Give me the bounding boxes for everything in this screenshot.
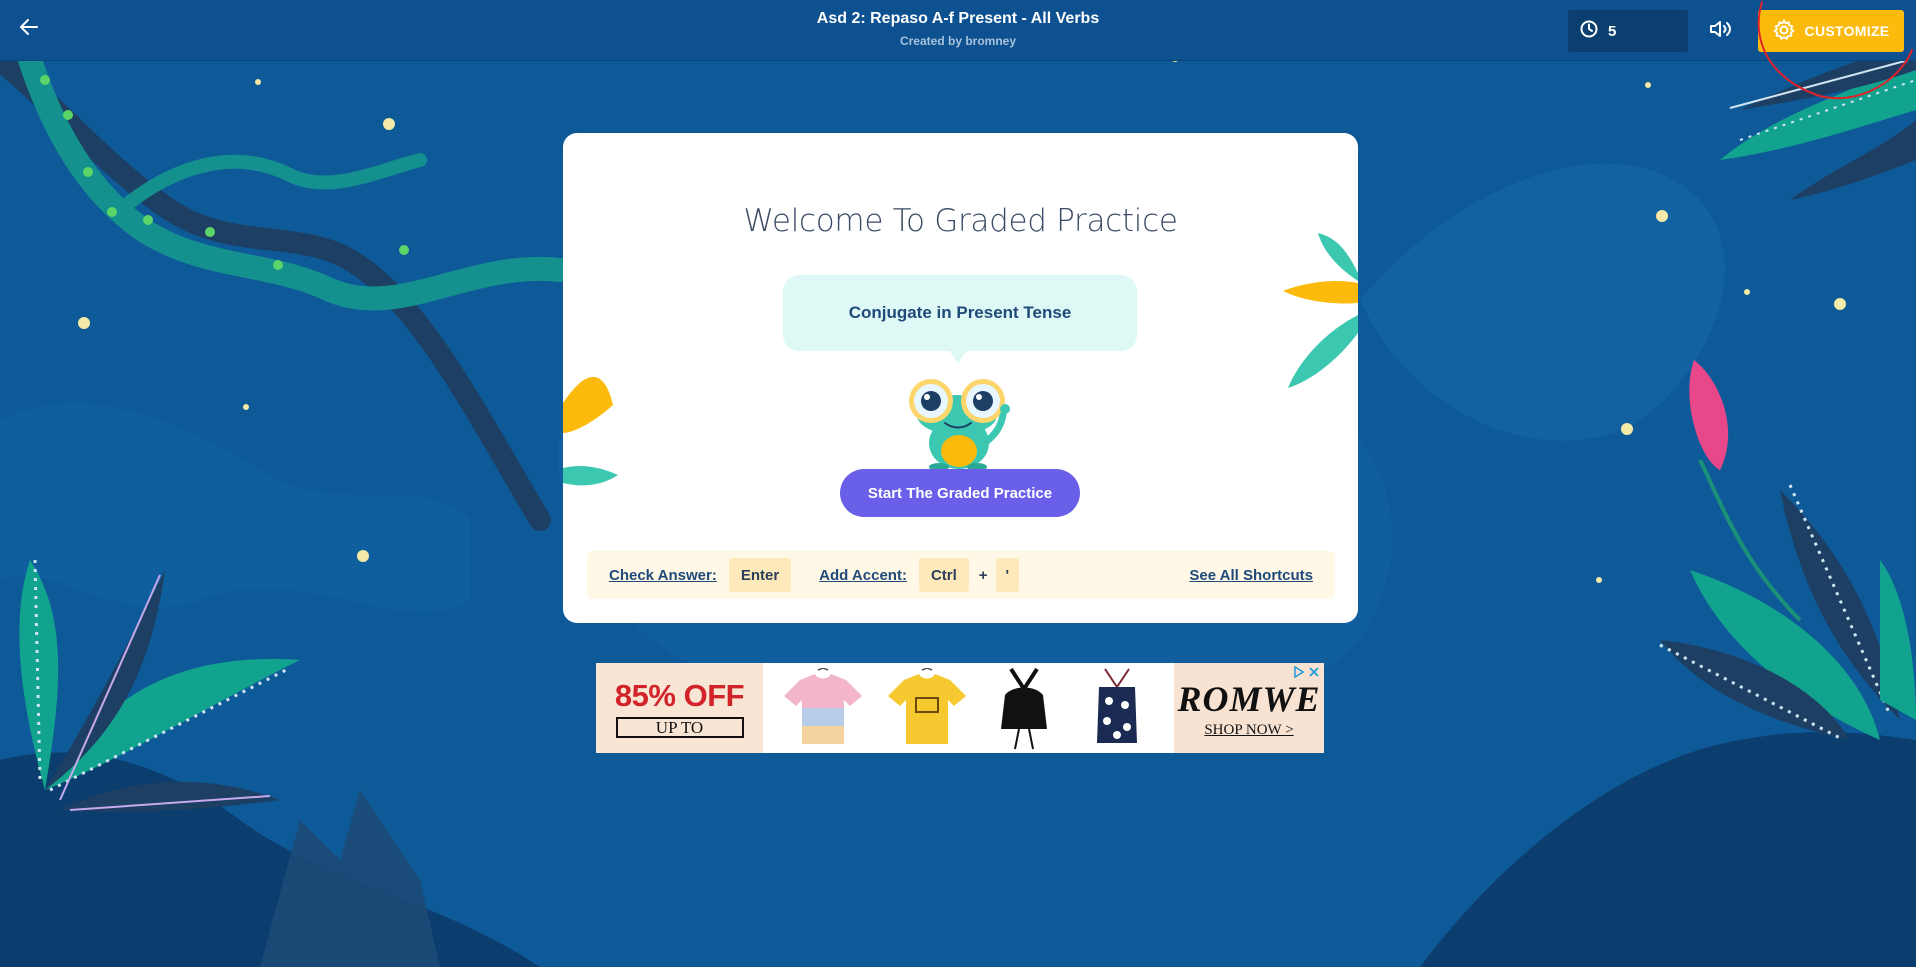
- customize-label: CUSTOMIZE: [1804, 23, 1890, 39]
- see-all-shortcuts-link[interactable]: See All Shortcuts: [1189, 567, 1313, 584]
- clock-icon: [1580, 20, 1598, 42]
- check-answer-link[interactable]: Check Answer:: [609, 567, 717, 584]
- ad-brand-logo: ROMWE: [1177, 678, 1321, 719]
- welcome-heading: Welcome To Graded Practice: [743, 203, 1178, 239]
- navy-print-top-icon: [1096, 668, 1137, 743]
- ad-products: [763, 663, 1174, 753]
- tie-dye-tshirt-icon: [784, 668, 863, 744]
- customize-button[interactable]: CUSTOMIZE: [1758, 10, 1904, 52]
- yellow-tshirt-icon: [888, 668, 967, 744]
- black-halter-top-icon: [1000, 667, 1047, 750]
- ad-discount-text: 85% OFF: [614, 678, 745, 713]
- start-graded-practice-button[interactable]: Start The Graded Practice: [840, 469, 1080, 517]
- ad-close-icon[interactable]: [1308, 665, 1320, 683]
- speech-bubble-tail: [948, 349, 968, 363]
- speaker-icon: [1709, 19, 1735, 44]
- plus-sign: +: [978, 566, 988, 584]
- ad-brand-panel: ROMWE SHOP NOW >: [1174, 663, 1324, 753]
- sound-button[interactable]: [1706, 16, 1738, 46]
- ad-banner[interactable]: 85% OFF UP TO ROMWE SHOP NOW >: [596, 663, 1324, 753]
- timer[interactable]: 5: [1568, 10, 1688, 52]
- ad-shop-now-link[interactable]: SHOP NOW >: [1204, 722, 1293, 739]
- ctrl-key: Ctrl: [918, 558, 969, 592]
- frog-mascot-icon: [909, 379, 1010, 471]
- top-bar: Asd 2: Repaso A-f Present - All Verbs Cr…: [0, 0, 1916, 61]
- timer-value: 5: [1608, 22, 1617, 40]
- speech-bubble: Conjugate in Present Tense: [783, 275, 1137, 351]
- ad-discount-panel: 85% OFF UP TO: [596, 663, 763, 753]
- shortcuts-bar: Check Answer: Enter Add Accent: Ctrl + '…: [587, 551, 1335, 599]
- ad-upto-text: UP TO: [615, 717, 744, 738]
- enter-key: Enter: [728, 558, 792, 592]
- ad-controls[interactable]: [1293, 665, 1320, 683]
- ad-choices-icon[interactable]: [1293, 665, 1305, 683]
- welcome-card: Welcome To Graded Practice Conjugate in …: [563, 133, 1358, 623]
- apostrophe-key: ': [995, 558, 1020, 592]
- gear-icon: [1773, 19, 1795, 44]
- add-accent-link[interactable]: Add Accent:: [819, 567, 907, 584]
